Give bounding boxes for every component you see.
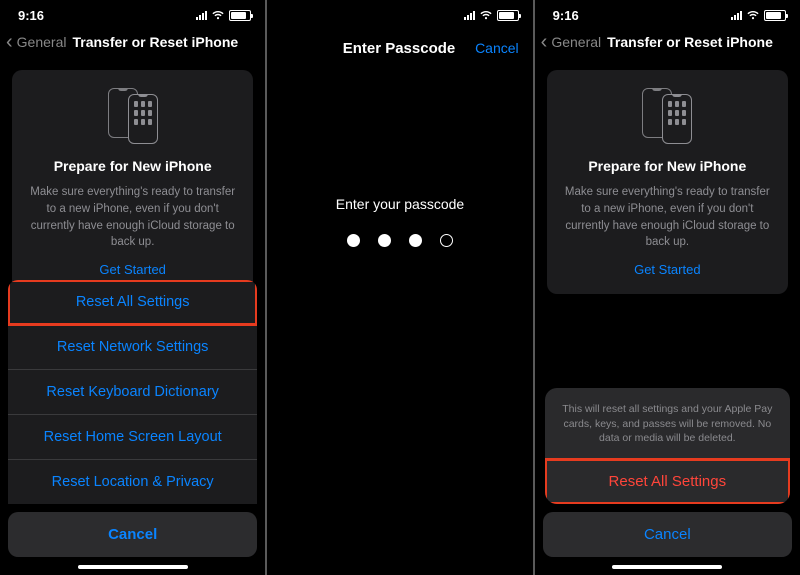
home-indicator[interactable] [78, 565, 188, 569]
nav-title: Transfer or Reset iPhone [607, 34, 773, 50]
option-reset-keyboard[interactable]: Reset Keyboard Dictionary [8, 370, 257, 415]
status-indicators [196, 10, 251, 21]
screen-reset-options: 9:16 ‹ General Transfer or Reset iPhone … [0, 0, 265, 575]
option-reset-network[interactable]: Reset Network Settings [8, 325, 257, 370]
nav-bar: ‹ General Transfer or Reset iPhone [535, 26, 800, 60]
nav-bar: ‹ General Transfer or Reset iPhone [0, 26, 265, 60]
option-reset-location[interactable]: Reset Location & Privacy [8, 460, 257, 504]
prepare-card: Prepare for New iPhone Make sure everyth… [12, 70, 253, 294]
confirm-reset-button[interactable]: Reset All Settings [545, 459, 790, 504]
prepare-heading: Prepare for New iPhone [561, 156, 774, 176]
passcode-dot [347, 234, 360, 247]
prepare-body: Make sure everything's ready to transfer… [561, 184, 774, 251]
nav-bar: Enter Passcode Cancel [267, 26, 532, 66]
cancel-button[interactable]: Cancel [8, 512, 257, 557]
back-label: General [551, 34, 601, 50]
home-indicator[interactable] [612, 565, 722, 569]
wifi-icon [479, 10, 493, 20]
prepare-card: Prepare for New iPhone Make sure everyth… [547, 70, 788, 294]
passcode-prompt: Enter your passcode [267, 196, 532, 212]
screen-confirm: 9:16 ‹ General Transfer or Reset iPhone … [535, 0, 800, 575]
status-time: 9:16 [18, 8, 44, 23]
get-started-link[interactable]: Get Started [561, 251, 774, 282]
cellular-icon [196, 10, 207, 20]
back-button[interactable]: ‹ General [6, 34, 66, 50]
transfer-icon [26, 88, 239, 142]
cancel-action[interactable]: Cancel [475, 40, 519, 56]
status-indicators [464, 10, 519, 21]
confirm-sheet: This will reset all settings and your Ap… [535, 388, 800, 575]
prepare-heading: Prepare for New iPhone [26, 156, 239, 176]
nav-title: Enter Passcode [343, 40, 456, 57]
battery-icon [764, 10, 786, 21]
option-reset-all[interactable]: Reset All Settings [8, 280, 257, 325]
status-bar: 9:16 [535, 0, 800, 26]
confirm-dialog: This will reset all settings and your Ap… [545, 388, 790, 504]
status-bar: 9:16 [0, 0, 265, 26]
cellular-icon [731, 10, 742, 20]
status-time: 9:16 [553, 8, 579, 23]
wifi-icon [211, 10, 225, 20]
reset-option-list: Reset All Settings Reset Network Setting… [8, 280, 257, 504]
get-started-link[interactable]: Get Started [26, 251, 239, 282]
passcode-dots[interactable] [267, 234, 532, 247]
status-bar [267, 0, 532, 26]
option-reset-home[interactable]: Reset Home Screen Layout [8, 415, 257, 460]
back-label: General [17, 34, 67, 50]
passcode-dot [409, 234, 422, 247]
cellular-icon [464, 10, 475, 20]
passcode-dot [378, 234, 391, 247]
battery-icon [497, 10, 519, 21]
cancel-button[interactable]: Cancel [543, 512, 792, 557]
prepare-body: Make sure everything's ready to transfer… [26, 184, 239, 251]
wifi-icon [746, 10, 760, 20]
status-indicators [731, 10, 786, 21]
chevron-left-icon: ‹ [6, 35, 13, 49]
passcode-dot [440, 234, 453, 247]
passcode-area: Enter your passcode [267, 196, 532, 247]
nav-title: Transfer or Reset iPhone [72, 34, 238, 50]
screen-passcode: Enter Passcode Cancel Enter your passcod… [267, 0, 532, 575]
transfer-icon [561, 88, 774, 142]
chevron-left-icon: ‹ [541, 35, 548, 49]
confirm-message: This will reset all settings and your Ap… [545, 388, 790, 459]
battery-icon [229, 10, 251, 21]
reset-sheet: Reset All Settings Reset Network Setting… [0, 280, 265, 575]
back-button[interactable]: ‹ General [541, 34, 601, 50]
